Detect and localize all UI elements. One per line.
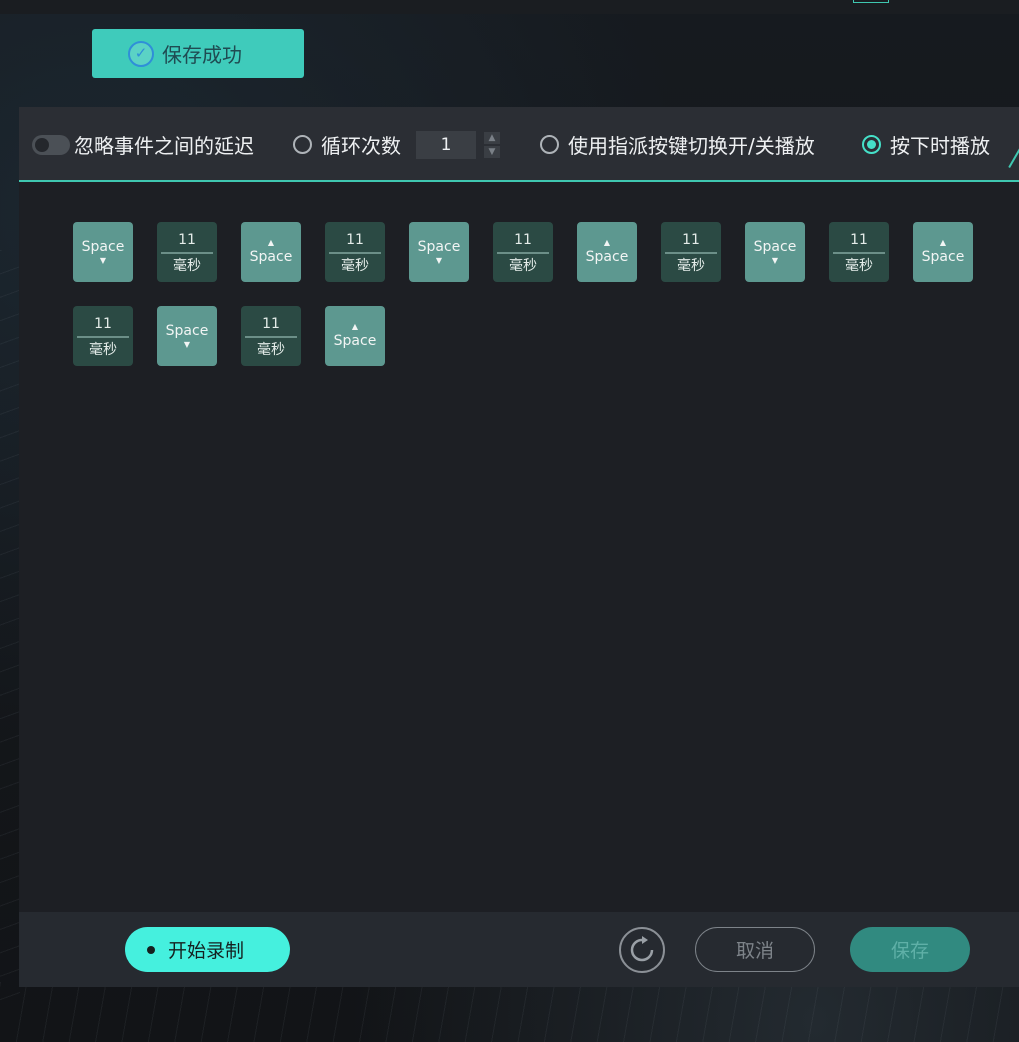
key-down-arrow-icon: ▼ <box>771 256 779 265</box>
top-tab-indicator <box>853 0 889 3</box>
cancel-button[interactable]: 取消 <box>695 927 815 972</box>
macro-editor-panel: 忽略事件之间的延迟 循环次数 ▲ ▼ 使用指派按键切换开/关播放 按下时播放 S… <box>19 107 1019 987</box>
delay-event-tile[interactable]: 11 毫秒 <box>157 222 217 282</box>
refresh-button[interactable] <box>619 927 665 973</box>
delay-unit: 毫秒 <box>173 257 201 274</box>
delay-value: 11 <box>850 231 868 248</box>
key-up-arrow-icon: ▲ <box>603 238 611 247</box>
delay-value: 11 <box>94 315 112 332</box>
key-down-arrow-icon: ▼ <box>99 256 107 265</box>
key-label: Space <box>921 249 965 265</box>
key-event-tile[interactable]: ▲ Space <box>241 222 301 282</box>
key-event-tile[interactable]: ▲ Space <box>577 222 637 282</box>
playback-options-bar: 忽略事件之间的延迟 循环次数 ▲ ▼ 使用指派按键切换开/关播放 按下时播放 <box>19 107 1019 182</box>
toggle-key-option[interactable]: 使用指派按键切换开/关播放 <box>540 107 815 182</box>
refresh-icon <box>630 936 654 962</box>
background-grid-lines-left <box>0 250 20 1010</box>
save-button[interactable]: 保存 <box>850 927 970 972</box>
hold-play-option[interactable]: 按下时播放 <box>862 107 990 182</box>
start-recording-button[interactable]: 开始录制 <box>125 927 290 972</box>
key-label: Space <box>249 249 293 265</box>
delay-unit: 毫秒 <box>677 257 705 274</box>
save-success-toast: ✓ 保存成功 <box>92 29 304 78</box>
delay-divider <box>161 251 213 254</box>
delay-unit: 毫秒 <box>509 257 537 274</box>
delay-event-tile[interactable]: 11 毫秒 <box>73 306 133 366</box>
delay-event-tile[interactable]: 11 毫秒 <box>829 222 889 282</box>
delay-value: 11 <box>682 231 700 248</box>
check-circle-icon: ✓ <box>128 40 154 67</box>
toast-message: 保存成功 <box>162 43 242 67</box>
delay-unit: 毫秒 <box>257 341 285 358</box>
key-down-arrow-icon: ▼ <box>183 340 191 349</box>
loop-count-input[interactable] <box>416 130 476 159</box>
background-grid-lines <box>0 982 1019 1042</box>
delay-value: 11 <box>346 231 364 248</box>
key-event-tile[interactable]: Space ▼ <box>73 222 133 282</box>
delay-divider <box>665 251 717 254</box>
delay-unit: 毫秒 <box>845 257 873 274</box>
key-event-tile[interactable]: Space ▼ <box>157 306 217 366</box>
step-up-icon[interactable]: ▲ <box>484 131 500 144</box>
delay-divider <box>329 251 381 254</box>
macro-sequence-grid: Space ▼ 11 毫秒 ▲ Space 11 毫秒 Space ▼ 11 毫秒 ▲ Space 11 毫秒… <box>73 222 993 366</box>
step-down-icon[interactable]: ▼ <box>484 145 500 158</box>
ignore-delay-toggle[interactable] <box>32 134 70 155</box>
key-label: Space <box>753 239 797 255</box>
key-label: Space <box>333 333 377 349</box>
delay-value: 11 <box>262 315 280 332</box>
ignore-delay-option[interactable]: 忽略事件之间的延迟 <box>32 107 254 182</box>
loop-count-stepper: ▲ ▼ <box>484 131 500 158</box>
delay-event-tile[interactable]: 11 毫秒 <box>325 222 385 282</box>
key-up-arrow-icon: ▲ <box>939 238 947 247</box>
delay-value: 11 <box>514 231 532 248</box>
delay-unit: 毫秒 <box>89 341 117 358</box>
key-label: Space <box>585 249 629 265</box>
hold-play-radio[interactable] <box>862 135 881 154</box>
key-up-arrow-icon: ▲ <box>267 238 275 247</box>
key-down-arrow-icon: ▼ <box>435 256 443 265</box>
key-label: Space <box>165 323 209 339</box>
delay-event-tile[interactable]: 11 毫秒 <box>241 306 301 366</box>
record-label: 开始录制 <box>168 940 245 962</box>
key-label: Space <box>81 239 125 255</box>
delay-divider <box>497 251 549 254</box>
toggle-knob <box>35 137 49 152</box>
delay-unit: 毫秒 <box>341 257 369 274</box>
key-event-tile[interactable]: Space ▼ <box>745 222 805 282</box>
key-event-tile[interactable]: ▲ Space <box>913 222 973 282</box>
key-label: Space <box>417 239 461 255</box>
footer-bar: 开始录制 取消 保存 <box>19 912 1019 987</box>
delay-event-tile[interactable]: 11 毫秒 <box>493 222 553 282</box>
toggle-key-label: 使用指派按键切换开/关播放 <box>568 134 815 158</box>
loop-count-option[interactable]: 循环次数 ▲ ▼ <box>293 107 500 182</box>
delay-divider <box>245 335 297 338</box>
record-dot-icon <box>147 945 155 954</box>
delay-divider <box>77 335 129 338</box>
delay-value: 11 <box>178 231 196 248</box>
key-up-arrow-icon: ▲ <box>351 322 359 331</box>
delay-divider <box>833 251 885 254</box>
toggle-key-radio[interactable] <box>540 135 559 154</box>
delay-event-tile[interactable]: 11 毫秒 <box>661 222 721 282</box>
hold-play-label: 按下时播放 <box>890 134 990 158</box>
loop-count-radio[interactable] <box>293 135 312 154</box>
loop-count-label: 循环次数 <box>321 134 401 158</box>
ignore-delay-label: 忽略事件之间的延迟 <box>74 134 254 158</box>
key-event-tile[interactable]: Space ▼ <box>409 222 469 282</box>
key-event-tile[interactable]: ▲ Space <box>325 306 385 366</box>
